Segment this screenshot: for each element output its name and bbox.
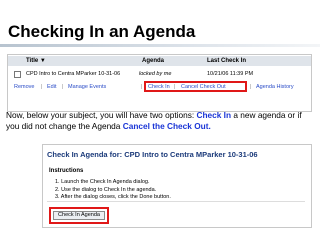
column-header-agenda: Agenda	[142, 58, 165, 64]
edit-link[interactable]: Edit	[47, 84, 56, 90]
agenda-name: CPD Intro to Centra MParker 10-31-06	[26, 71, 121, 77]
manage-events-link[interactable]: Manage Events	[68, 84, 106, 90]
separator: |	[62, 84, 64, 90]
instructions-heading: Instructions	[49, 168, 84, 174]
column-header-last-check-in: Last Check In	[207, 58, 247, 64]
instruction-steps: 1. Launch the Check In Agenda dialog. 2.…	[55, 179, 171, 202]
slide-title: Checking In an Agenda	[8, 22, 196, 41]
separator: |	[141, 84, 143, 90]
explanation-text: Now, below your subject, you will have t…	[6, 110, 316, 131]
agenda-list-screenshot: Title ▼ Agenda Last Check In CPD Intro t…	[7, 54, 312, 112]
column-header-title[interactable]: Title ▼	[26, 58, 46, 64]
highlight-box	[49, 207, 109, 224]
cancel-keyword: Cancel the Check Out.	[122, 120, 211, 131]
check-in-dialog-screenshot: Check In Agenda for: CPD Intro to Centra…	[42, 144, 312, 228]
agenda-history-link[interactable]: Agenda History	[256, 84, 294, 90]
remove-link[interactable]: Remove	[14, 84, 34, 90]
last-check-in-date: 10/21/06 11:39 PM	[207, 71, 254, 77]
explanation-part1: Now, below your subject, you will have t…	[6, 110, 197, 120]
separator: |	[41, 84, 43, 90]
table-header: Title ▼ Agenda Last Check In	[8, 56, 311, 66]
separator: |	[250, 84, 252, 90]
lock-status: locked by me	[139, 71, 172, 77]
highlight-box	[144, 81, 247, 92]
dialog-title: Check In Agenda for: CPD Intro to Centra…	[47, 150, 258, 159]
list-item: 1. Launch the Check In Agenda dialog.	[55, 179, 150, 185]
check-in-keyword: Check In	[196, 110, 232, 120]
table-row: CPD Intro to Centra MParker 10-31-06 loc…	[8, 69, 311, 79]
title-underline-bar	[0, 44, 320, 47]
row-checkbox[interactable]	[14, 71, 21, 78]
list-item: 2. Use the dialog to Check In the agenda…	[55, 186, 157, 193]
divider	[47, 201, 305, 202]
